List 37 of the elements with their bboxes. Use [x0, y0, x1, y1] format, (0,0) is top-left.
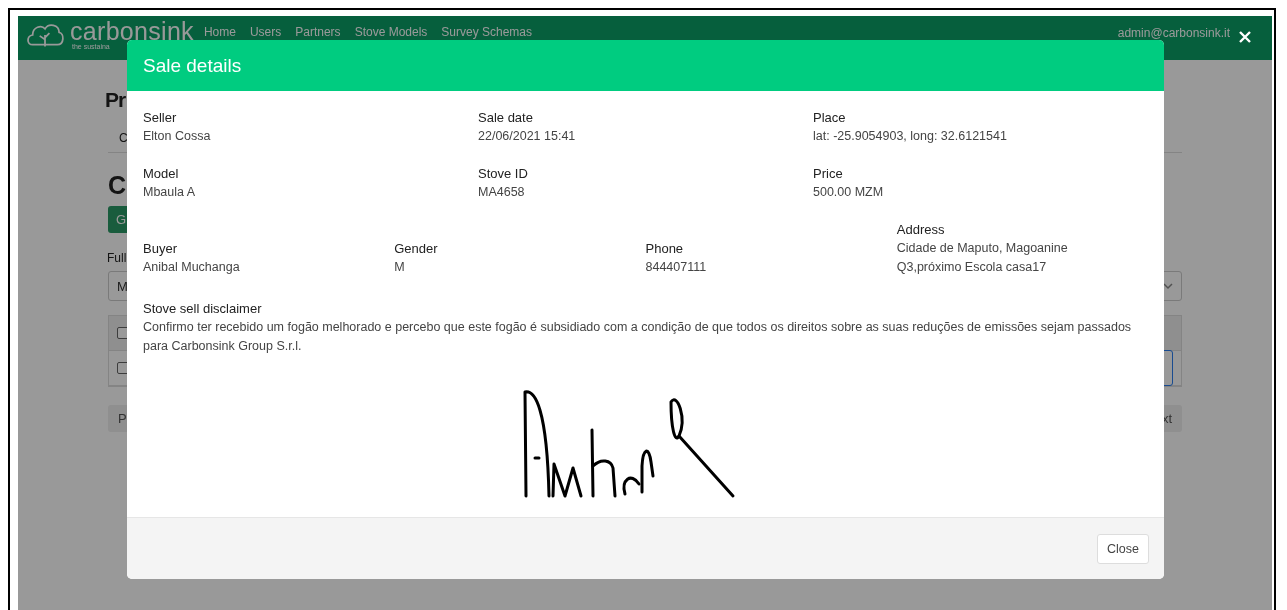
- modal-title: Sale details: [143, 54, 242, 77]
- field-label: Buyer: [143, 240, 178, 258]
- field-label: Model: [143, 165, 180, 183]
- field-label: Place: [813, 109, 847, 127]
- nav-link[interactable]: Survey Schemas: [441, 25, 533, 39]
- field-label: Price: [813, 165, 844, 183]
- field-label: Address: [896, 221, 946, 239]
- nav-link[interactable]: Stove Models: [354, 25, 428, 39]
- field-value: Mbaula A: [143, 184, 197, 201]
- page-tab[interactable]: C: [119, 131, 128, 145]
- field-value: 844407111: [645, 259, 708, 276]
- nav-link[interactable]: Partners: [295, 25, 341, 39]
- field-value: 22/06/2021 15:41: [478, 128, 577, 145]
- page-title: Pr: [105, 88, 126, 112]
- section-heading: C: [108, 171, 127, 200]
- nav-link[interactable]: Users: [249, 25, 282, 39]
- nav-link[interactable]: Home: [203, 25, 236, 39]
- field-value: Elton Cossa: [143, 128, 212, 145]
- close-icon[interactable]: [1238, 30, 1252, 44]
- field-label: Seller: [143, 109, 178, 127]
- field-value: 500.00 MZM: [813, 184, 885, 201]
- user-email[interactable]: admin@carbonsink.it: [1117, 26, 1230, 40]
- chevron-icon: [1163, 282, 1173, 290]
- field-value: Anibal Muchanga: [143, 259, 241, 276]
- field-label: Stove ID: [478, 165, 529, 183]
- field-value: Cidade de Maputo, Magoanine Q3,próximo Escola casa17: [896, 240, 1069, 276]
- field-value: lat: -25.9054903, long: 32.6121541: [813, 128, 1008, 145]
- field-value: M: [394, 259, 406, 276]
- disclaimer-text: Confirmo ter recebido um fogão melhorado e percebo que este fogão é subsidiado com a condição de que todos os direitos sobre as suas reduções de emissões sejam passados para Carbonsink Group S.r.l.: [143, 319, 1133, 355]
- field-label: Sale date: [478, 109, 534, 127]
- logo-name: carbonsink: [70, 20, 194, 42]
- field-label: Stove sell disclaimer: [143, 300, 263, 318]
- field-label: Full: [107, 251, 127, 265]
- field-label: Phone: [645, 240, 685, 258]
- field-label: Gender: [394, 240, 439, 258]
- field-value: MA4658: [478, 184, 526, 201]
- close-button[interactable]: Close: [1097, 533, 1149, 564]
